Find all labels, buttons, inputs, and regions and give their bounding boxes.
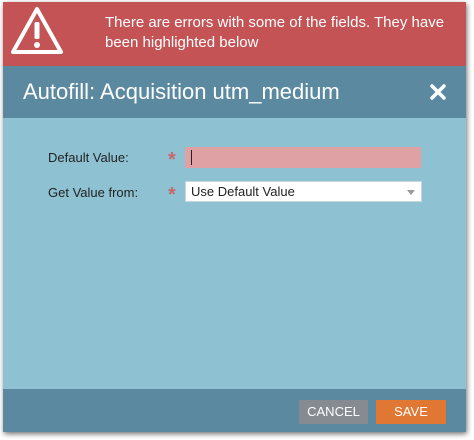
text-caret [191,150,192,165]
required-marker: * [168,184,176,206]
warning-icon [11,7,63,54]
default-value-label: Default Value: [48,150,129,165]
close-icon[interactable] [428,82,448,102]
required-marker: * [168,149,176,171]
dialog-title: Autofill: Acquisition utm_medium [23,79,340,104]
dialog-header: Autofill: Acquisition utm_medium [3,66,466,118]
error-message: There are errors with some of the fields… [105,14,445,51]
select-value: Use Default Value [191,184,295,199]
cancel-button[interactable]: CANCEL [299,400,368,424]
autofill-dialog: There are errors with some of the fields… [3,2,466,432]
get-value-from-label: Get Value from: [48,185,139,200]
get-value-from-select[interactable]: Use Default Value [185,181,422,202]
chevron-down-icon [407,190,415,195]
error-banner: There are errors with some of the fields… [3,2,466,66]
save-button[interactable]: SAVE [376,400,446,424]
dialog-footer: CANCEL SAVE [3,389,466,432]
default-value-input[interactable] [185,147,421,168]
